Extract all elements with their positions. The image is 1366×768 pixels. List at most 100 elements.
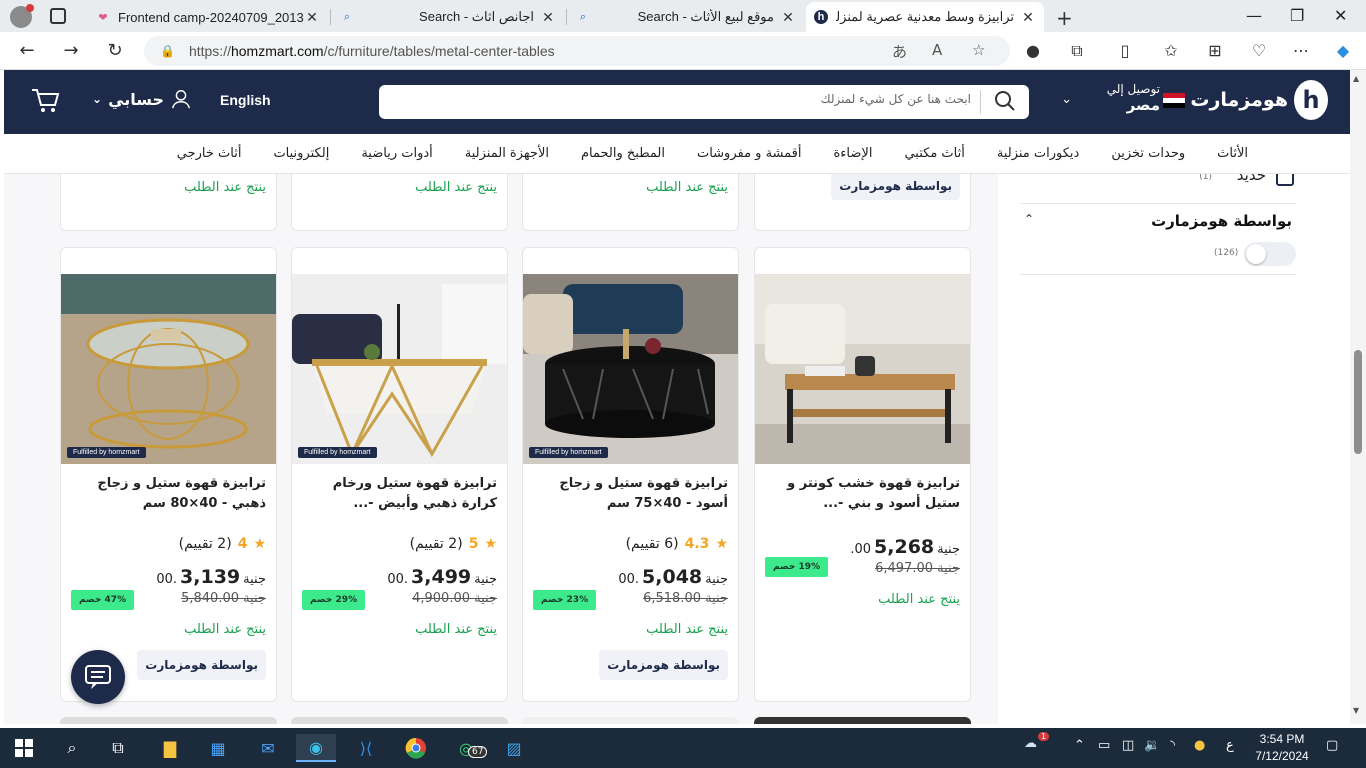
chrome-tray-icon[interactable]: ● (1194, 738, 1205, 753)
mail-icon[interactable]: ✉ (248, 734, 288, 762)
browser-tab-3[interactable]: ⌕ موقع لبيع الأثاث - Search ✕ (568, 4, 804, 30)
extension-globe-icon[interactable]: ● (1022, 41, 1044, 60)
nav-outdoor-furniture[interactable]: أثاث خارجي (161, 146, 258, 161)
notifications-icon[interactable]: ▢ (1326, 738, 1338, 753)
product-card-partial[interactable]: ينتج عند الطلب (60, 174, 277, 231)
product-card-partial[interactable]: ينتج عند الطلب (522, 174, 739, 231)
scroll-thumb[interactable] (1354, 350, 1362, 454)
filter-section-title[interactable]: بواسطة هومزمارت (1151, 212, 1292, 230)
task-view-icon[interactable]: ⧉ (98, 734, 138, 762)
by-homzmart-toggle[interactable] (1244, 242, 1296, 266)
tab-actions-icon[interactable] (50, 8, 66, 24)
product-card-partial[interactable] (754, 717, 971, 724)
refresh-icon[interactable]: ↻ (104, 40, 126, 61)
favorites-icon[interactable]: ✩ (1160, 41, 1182, 60)
nav-home-decor[interactable]: ديكورات منزلية (981, 146, 1095, 161)
browser-tab-2[interactable]: ⌕ اجانص اثاث - Search ✕ (332, 4, 564, 30)
photos-icon[interactable]: ▨ (494, 734, 534, 762)
product-image[interactable]: Fulfilled by homzmart (61, 274, 276, 464)
scroll-down-arrow[interactable]: ▼ (1353, 706, 1359, 715)
nav-electronics[interactable]: إلكترونيات (257, 146, 345, 161)
split-screen-icon[interactable]: ▯ (1114, 41, 1136, 60)
close-tab-icon[interactable]: ✕ (540, 9, 556, 26)
browser-tab-active[interactable]: h ترابيزة وسط معدنية عصرية لمنزلك ✕ (806, 2, 1044, 32)
nav-sports[interactable]: أدوات رياضية (345, 146, 448, 161)
nav-kitchen-bath[interactable]: المطبخ والحمام (565, 146, 681, 161)
product-image[interactable]: Fulfilled by homzmart (523, 274, 738, 464)
checkbox[interactable] (1276, 174, 1294, 186)
url-field[interactable]: 🔒 https://homzmart.com/c/furniture/table… (144, 36, 1010, 66)
product-card-partial[interactable]: بواسطة هومزمارت (754, 174, 971, 231)
battery-icon[interactable]: ▭ (1098, 738, 1110, 753)
product-title[interactable]: ترابيزة قهوة ستيل و زجاج أسود - 40×75 سم (532, 474, 728, 514)
product-image[interactable] (755, 274, 970, 464)
material-filter-option[interactable]: حديد (1) (1020, 174, 1296, 202)
microsoft-store-icon[interactable]: ▦ (198, 734, 238, 762)
search-icon[interactable] (993, 89, 1017, 113)
restore-icon[interactable]: ❐ (1290, 6, 1304, 25)
delivery-location[interactable]: توصيل إلي مصر (1107, 82, 1160, 114)
start-button[interactable] (4, 734, 44, 762)
minimize-icon[interactable]: — (1246, 6, 1262, 25)
input-language[interactable]: ع (1226, 738, 1234, 753)
translate-icon[interactable]: あ (892, 41, 907, 62)
wifi-icon[interactable]: ◝ (1170, 738, 1175, 753)
chat-button[interactable] (71, 650, 125, 704)
collections-icon[interactable]: ⊞ (1204, 41, 1226, 60)
nav-furniture[interactable]: الأثاث (1201, 146, 1264, 161)
volume-icon[interactable]: 🔉 (1144, 738, 1160, 753)
scroll-up-arrow[interactable]: ▲ (1353, 74, 1359, 83)
forward-arrow-icon[interactable]: → (60, 40, 82, 61)
page-scrollbar[interactable]: ▲ ▼ (1350, 70, 1366, 724)
close-tab-icon[interactable]: ✕ (1020, 9, 1036, 26)
back-arrow-icon[interactable]: ← (16, 40, 38, 61)
whatsapp-icon[interactable]: ◎ 67 (446, 734, 488, 762)
chevron-up-icon[interactable]: ⌃ (1024, 212, 1034, 226)
account-menu[interactable]: ⌄ حسابي (92, 88, 192, 110)
language-switch[interactable]: English (220, 92, 271, 108)
product-title[interactable]: ترابيزة قهوة خشب كونتر و ستيل أسود و بني… (764, 474, 960, 514)
weather-icon[interactable]: ☁ 1 (1024, 732, 1050, 751)
close-window-icon[interactable]: ✕ (1334, 6, 1347, 25)
product-card-partial[interactable] (60, 717, 277, 724)
search-input[interactable] (411, 92, 971, 106)
chevron-up-icon[interactable]: ⌃ (1074, 738, 1085, 753)
browser-tab-1[interactable]: ❤ Frontend camp-20240709_20133 ✕ (88, 4, 328, 30)
profile-avatar[interactable] (10, 4, 34, 28)
close-tab-icon[interactable]: ✕ (780, 9, 796, 26)
product-card-partial[interactable] (522, 717, 739, 724)
device-icon[interactable]: ◫ (1122, 738, 1134, 753)
favorite-star-icon[interactable]: ☆ (972, 41, 985, 59)
product-card[interactable]: ترابيزة قهوة خشب كونتر و ستيل أسود و بني… (754, 247, 971, 702)
product-card[interactable]: Fulfilled by homzmart ترابيزة قهوة ستيل … (522, 247, 739, 702)
copilot-icon[interactable]: ◆ (1332, 41, 1354, 60)
lock-icon[interactable]: 🔒 (160, 44, 175, 58)
nav-home-appliances[interactable]: الأجهزة المنزلية (449, 146, 565, 161)
nav-storage-units[interactable]: وحدات تخزين (1095, 146, 1201, 161)
homzmart-logo[interactable]: هومزمارت h (1190, 80, 1328, 120)
nav-textiles[interactable]: أقمشة و مفروشات (681, 146, 818, 161)
product-title[interactable]: ترابيزة قهوة ستيل و زجاج ذهبي - 40×80 سم (70, 474, 266, 514)
search-icon[interactable]: ⌕ (52, 734, 92, 762)
new-tab-button[interactable]: + (1056, 6, 1073, 30)
chrome-icon[interactable] (396, 734, 436, 762)
product-card[interactable]: Fulfilled by homzmart ترابيزة قهوة ستيل … (60, 247, 277, 702)
cart-icon[interactable] (30, 87, 60, 115)
product-image[interactable]: Fulfilled by homzmart (292, 274, 507, 464)
product-title[interactable]: ترابيزة قهوة ستيل ورخام كرارة ذهبي وأبيض… (301, 474, 497, 514)
product-card-partial[interactable]: ينتج عند الطلب (291, 174, 508, 231)
close-tab-icon[interactable]: ✕ (304, 9, 320, 26)
edge-browser-icon[interactable]: ◉ (296, 734, 336, 762)
vscode-icon[interactable]: ⟩⟨ (346, 734, 386, 762)
chevron-down-icon[interactable]: ⌄ (1061, 92, 1072, 107)
more-menu-icon[interactable]: ⋯ (1290, 41, 1312, 60)
extensions-puzzle-icon[interactable]: ⧉ (1066, 41, 1088, 61)
nav-lighting[interactable]: الإضاءة (818, 146, 889, 161)
browser-essentials-icon[interactable]: ♡ (1248, 41, 1270, 60)
read-aloud-icon[interactable]: A (932, 41, 942, 59)
nav-office-furniture[interactable]: أثاث مكتبي (888, 146, 980, 161)
file-explorer-icon[interactable]: ▇ (150, 734, 190, 762)
system-clock[interactable]: 3:54 PM 7/12/2024 (1252, 731, 1312, 765)
product-card-partial[interactable] (291, 717, 508, 724)
product-card[interactable]: Fulfilled by homzmart ترابيزة قهوة ستيل … (291, 247, 508, 702)
